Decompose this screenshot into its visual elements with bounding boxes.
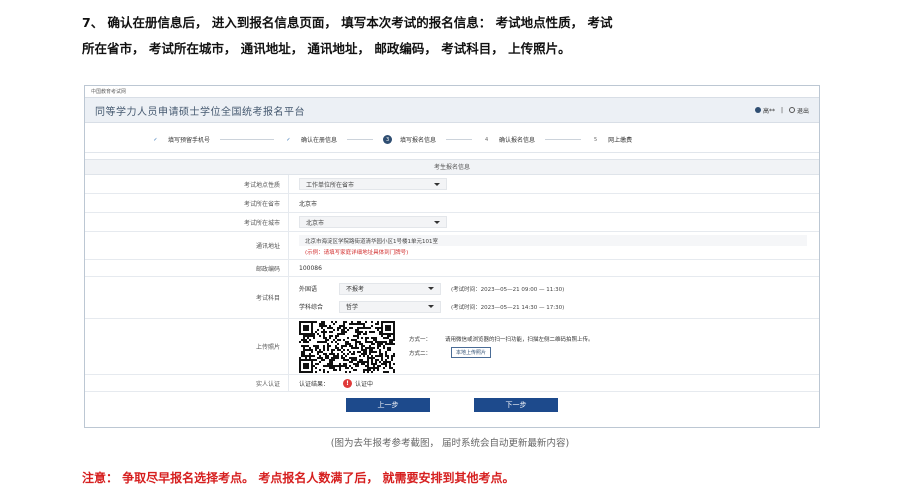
form-caption: 考生报名信息 — [85, 160, 819, 175]
row-verify: 实人认证 认证结果： ! 认证中 — [85, 375, 819, 392]
row-subjects: 考试科目 外国语 不报考 (考试时间：2023—05—21 09:00 — 11… — [85, 277, 819, 319]
site-type-value: 工作单位所在省市 — [306, 181, 355, 189]
step-label: 填写报名信息 — [400, 137, 437, 144]
user-name[interactable]: 高** — [763, 106, 775, 115]
city-select[interactable]: 北京市 — [299, 216, 447, 228]
registration-form: 考生报名信息 考试地点性质 工作单位所在省市 考试所在省市 北京市 考试所在城市… — [85, 159, 819, 412]
postal-input[interactable]: 100086 — [289, 260, 819, 276]
chevron-down-icon — [428, 305, 434, 308]
logout-link[interactable]: 退出 — [797, 106, 809, 115]
step-connector — [545, 139, 582, 140]
subject-1-value: 不报考 — [346, 286, 365, 293]
subject-2-name: 学科综合 — [299, 304, 324, 311]
subject-1-name: 外国语 — [299, 286, 318, 293]
province-label: 考试所在省市 — [85, 194, 289, 212]
chevron-down-icon — [434, 182, 440, 186]
row-province: 考试所在省市 北京市 — [85, 194, 819, 213]
intro-line-2: 所在省市， 考试所在城市， 通讯地址， 通讯地址， 邮政编码， 考试科目， 上传… — [82, 41, 571, 56]
qr-code-icon — [299, 320, 395, 373]
step-label: 确认在册信息 — [301, 137, 338, 144]
step-number: 3 — [383, 135, 393, 144]
site-type-select[interactable]: 工作单位所在省市 — [299, 178, 447, 190]
postal-label: 邮政编码 — [85, 260, 289, 276]
step-connector — [347, 139, 374, 140]
local-upload-button[interactable]: 本地上传照片 — [451, 347, 492, 358]
address-label: 通讯地址 — [85, 232, 289, 259]
step-label: 网上缴费 — [608, 137, 633, 144]
subject-2-time: (考试时间：2023—05—21 14:30 — 17:30) — [451, 304, 565, 311]
progress-steps: ✓ 填写预留手机号 ✓ 确认在册信息 3 填写报名信息 4 确认报名信息 5 网… — [85, 127, 819, 153]
row-postal: 邮政编码 100086 — [85, 260, 819, 277]
subject-1-select[interactable]: 不报考 — [339, 282, 441, 295]
city-label: 考试所在城市 — [85, 213, 289, 231]
province-value: 北京市 — [299, 200, 318, 208]
city-value: 北京市 — [306, 219, 325, 227]
step-1: ✓ 填写预留手机号 — [151, 135, 211, 145]
subject-1-time: (考试时间：2023—05—21 09:00 — 11:30) — [451, 286, 565, 293]
screenshot-caption: (图为去年报考参考截图， 届时系统会自动更新最新内容) — [330, 438, 570, 449]
user-area: 高** | 退出 — [754, 106, 809, 115]
nav-buttons: 上一步 下一步 — [85, 398, 819, 412]
intro-line-1: 7、 确认在册信息后， 进入到报名信息页面， 填写本次考试的报名信息： 考试地点… — [82, 15, 613, 30]
chevron-down-icon — [434, 220, 440, 224]
step-number: 5 — [593, 136, 598, 143]
address-hint: (示例：请填写家庭详细地址具体到门牌号) — [305, 250, 409, 256]
address-input[interactable]: 北京市海淀区学院路街道清华园小区1号楼1单元101室 — [299, 235, 807, 246]
way-1-text: 请用微信或浏览器的扫一扫功能，扫描左侧二维码拍照上传。 — [445, 337, 594, 343]
verify-status: 认证中 — [355, 380, 374, 388]
notice-text: 注意： 争取尽早报名选择考点。 考点报名人数满了后， 就需要安排到其他考点。 — [82, 471, 515, 485]
divider: | — [780, 106, 783, 114]
check-icon: ✓ — [286, 136, 291, 143]
logout-icon — [788, 107, 795, 113]
verify-result-label: 认证结果： — [299, 380, 330, 388]
step-3: 3 填写报名信息 — [383, 135, 436, 144]
alert-icon: ! — [343, 378, 353, 388]
step-number: 4 — [484, 136, 489, 143]
prev-step-button[interactable]: 上一步 — [346, 398, 430, 412]
subject-2-value: 哲学 — [346, 304, 359, 311]
step-5: 5 网上缴费 — [591, 135, 633, 145]
user-icon — [754, 107, 761, 113]
subject-2-select[interactable]: 哲学 — [339, 300, 441, 313]
next-step-button[interactable]: 下一步 — [474, 398, 558, 412]
subject-row-1: 外国语 不报考 (考试时间：2023—05—21 09:00 — 11:30) — [299, 280, 564, 298]
site-type-label: 考试地点性质 — [85, 175, 289, 193]
chevron-down-icon — [428, 287, 434, 290]
check-icon: ✓ — [153, 136, 158, 143]
photo-label: 上传照片 — [85, 319, 289, 374]
verify-label: 实人认证 — [85, 375, 289, 391]
upload-way-2: 方式二： 本地上传照片 — [409, 347, 594, 358]
step-4: 4 确认报名信息 — [482, 135, 536, 145]
step-connector — [446, 139, 473, 140]
intro-text: 7、 确认在册信息后， 进入到报名信息页面， 填写本次考试的报名信息： 考试地点… — [82, 10, 822, 62]
way-1-label: 方式一： — [409, 337, 432, 343]
subject-label: 考试科目 — [85, 277, 289, 318]
row-city: 考试所在城市 北京市 — [85, 213, 819, 232]
step-label: 填写预留手机号 — [168, 137, 211, 144]
row-address: 通讯地址 北京市海淀区学院路街道清华园小区1号楼1单元101室 (示例：请填写家… — [85, 232, 819, 260]
upload-methods: 方式一： 请用微信或浏览器的扫一扫功能，扫描左侧二维码拍照上传。 方式二： 本地… — [409, 331, 594, 362]
way-2-label: 方式二： — [409, 350, 432, 357]
subject-row-2: 学科综合 哲学 (考试时间：2023—05—21 14:30 — 17:30) — [299, 298, 564, 316]
registration-screenshot: 中国教育考试网 同等学力人员申请硕士学位全国统考报名平台 高** | 退出 ✓ … — [84, 85, 820, 428]
platform-title: 同等学力人员申请硕士学位全国统考报名平台 — [95, 106, 305, 118]
platform-header: 同等学力人员申请硕士学位全国统考报名平台 高** | 退出 — [85, 97, 819, 123]
step-connector — [220, 139, 275, 140]
row-site-type: 考试地点性质 工作单位所在省市 — [85, 175, 819, 194]
step-label: 确认报名信息 — [499, 137, 536, 144]
source-site-label: 中国教育考试网 — [91, 89, 127, 95]
row-photo: 上传照片 方式一： 请用微信或浏览器的扫一扫功能，扫描左侧二维码拍照上传。 方式… — [85, 319, 819, 375]
upload-way-1: 方式一： 请用微信或浏览器的扫一扫功能，扫描左侧二维码拍照上传。 — [409, 335, 594, 343]
step-2: ✓ 确认在册信息 — [284, 135, 338, 145]
verify-status-badge: ! 认证中 — [343, 378, 374, 388]
